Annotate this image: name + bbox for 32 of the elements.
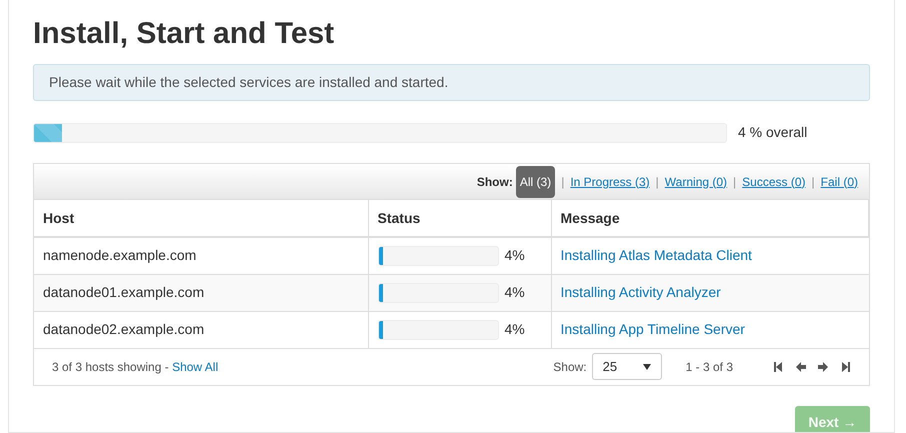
table-cell: datanode01.example.com: [34, 274, 368, 311]
message-link[interactable]: Installing Activity Analyzer: [560, 284, 721, 300]
message-link[interactable]: Installing Atlas Metadata Client: [560, 247, 752, 264]
separator: |: [733, 174, 736, 190]
table-cell: datanode02.example.com: [34, 311, 368, 348]
first-page-icon[interactable]: [773, 360, 785, 372]
separator: |: [812, 174, 815, 190]
filter-link[interactable]: Warning (0): [664, 172, 728, 190]
message-link[interactable]: Installing App Timeline Server: [560, 321, 745, 337]
progress-text: 4%: [504, 246, 525, 266]
separator: |: [656, 174, 659, 190]
table-cell: namenode.example.com: [34, 237, 368, 274]
page-size-label: Show:: [553, 358, 587, 376]
progress-text: 4%: [504, 283, 525, 302]
filter-label: Show:: [476, 174, 513, 190]
page-size-select[interactable]: 25: [592, 353, 662, 380]
filter-link[interactable]: All (3): [516, 166, 556, 198]
last-page-icon[interactable]: [839, 360, 851, 372]
show-all-link[interactable]: Show All: [172, 360, 218, 374]
filter-link[interactable]: In Progress (3): [570, 172, 650, 190]
previous-icon[interactable]: [795, 360, 807, 372]
info-alert: Please wait while the selected services are installed and started.: [33, 64, 870, 101]
hosts-summary: 3 of 3 hosts showing - Show All: [52, 358, 218, 376]
filter-link[interactable]: Success (0): [742, 172, 806, 190]
overall-progress-text: 4 % overall: [738, 123, 808, 142]
page-title: Install, Start and Test: [33, 16, 336, 52]
caret-icon: [642, 364, 651, 370]
next-icon[interactable]: [817, 360, 829, 372]
filter-link[interactable]: Fail (0): [820, 172, 858, 190]
page-range: 1 - 3 of 3: [686, 358, 733, 376]
progress-text: 4%: [504, 320, 525, 339]
separator: |: [561, 174, 564, 190]
